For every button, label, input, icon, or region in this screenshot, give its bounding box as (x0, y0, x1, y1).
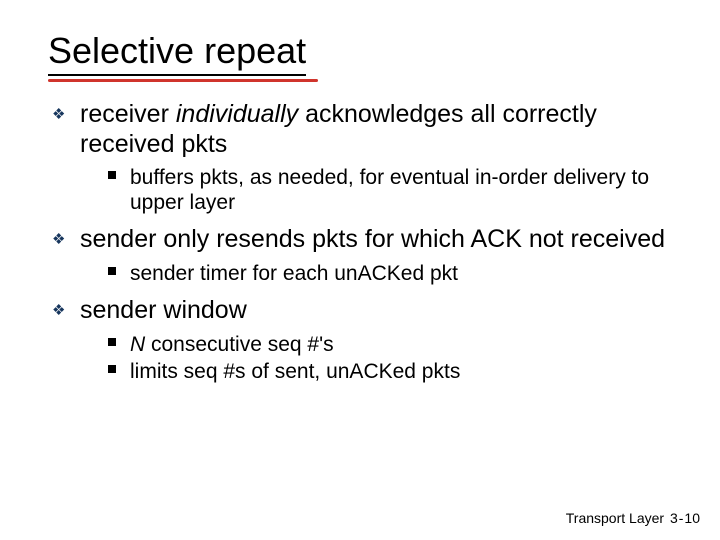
sub-item: N consecutive seq #'s (108, 332, 672, 357)
square-bullet-icon (108, 267, 116, 275)
bullet-text: sender window (80, 296, 247, 324)
bullet-text: sender only resends pkts for which ACK n… (80, 225, 665, 253)
bullet-item: ❖ sender only resends pkts for which ACK… (52, 225, 672, 286)
diamond-bullet-icon: ❖ (52, 106, 65, 124)
slide-title: Selective repeat (48, 30, 306, 76)
square-bullet-icon (108, 171, 116, 179)
title-wrap: Selective repeat (48, 30, 306, 76)
bullet-item: ❖ receiver individually acknowledges all… (52, 100, 672, 215)
bullet-list: ❖ receiver individually acknowledges all… (48, 100, 672, 384)
bullet-item: ❖ sender window N consecutive seq #'s li… (52, 296, 672, 384)
sub-list: sender timer for each unACKed pkt (80, 261, 672, 286)
square-bullet-icon (108, 365, 116, 373)
sub-text: buffers pkts, as needed, for eventual in… (130, 166, 649, 214)
sub-list: N consecutive seq #'s limits seq #s of s… (80, 332, 672, 384)
sub-item: limits seq #s of sent, unACKed pkts (108, 359, 672, 384)
footer-label: Transport Layer (566, 510, 664, 526)
diamond-bullet-icon: ❖ (52, 302, 65, 320)
sub-item: buffers pkts, as needed, for eventual in… (108, 165, 672, 215)
slide: Selective repeat ❖ receiver individually… (0, 0, 720, 540)
square-bullet-icon (108, 338, 116, 346)
bullet-text: receiver individually acknowledges all c… (80, 100, 597, 158)
sub-text: limits seq #s of sent, unACKed pkts (130, 360, 460, 383)
title-underline (48, 79, 318, 82)
sub-text: N consecutive seq #'s (130, 333, 334, 356)
footer: Transport Layer 3-10 (566, 510, 700, 526)
footer-page: 3-10 (670, 510, 700, 526)
diamond-bullet-icon: ❖ (52, 231, 65, 249)
sub-text: sender timer for each unACKed pkt (130, 262, 458, 285)
sub-item: sender timer for each unACKed pkt (108, 261, 672, 286)
sub-list: buffers pkts, as needed, for eventual in… (80, 165, 672, 215)
